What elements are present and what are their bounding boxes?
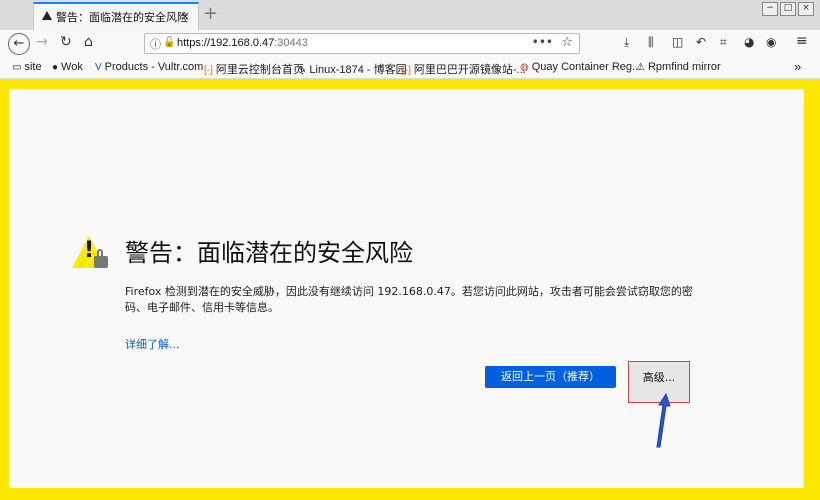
annotation-arrow-icon	[656, 392, 671, 448]
